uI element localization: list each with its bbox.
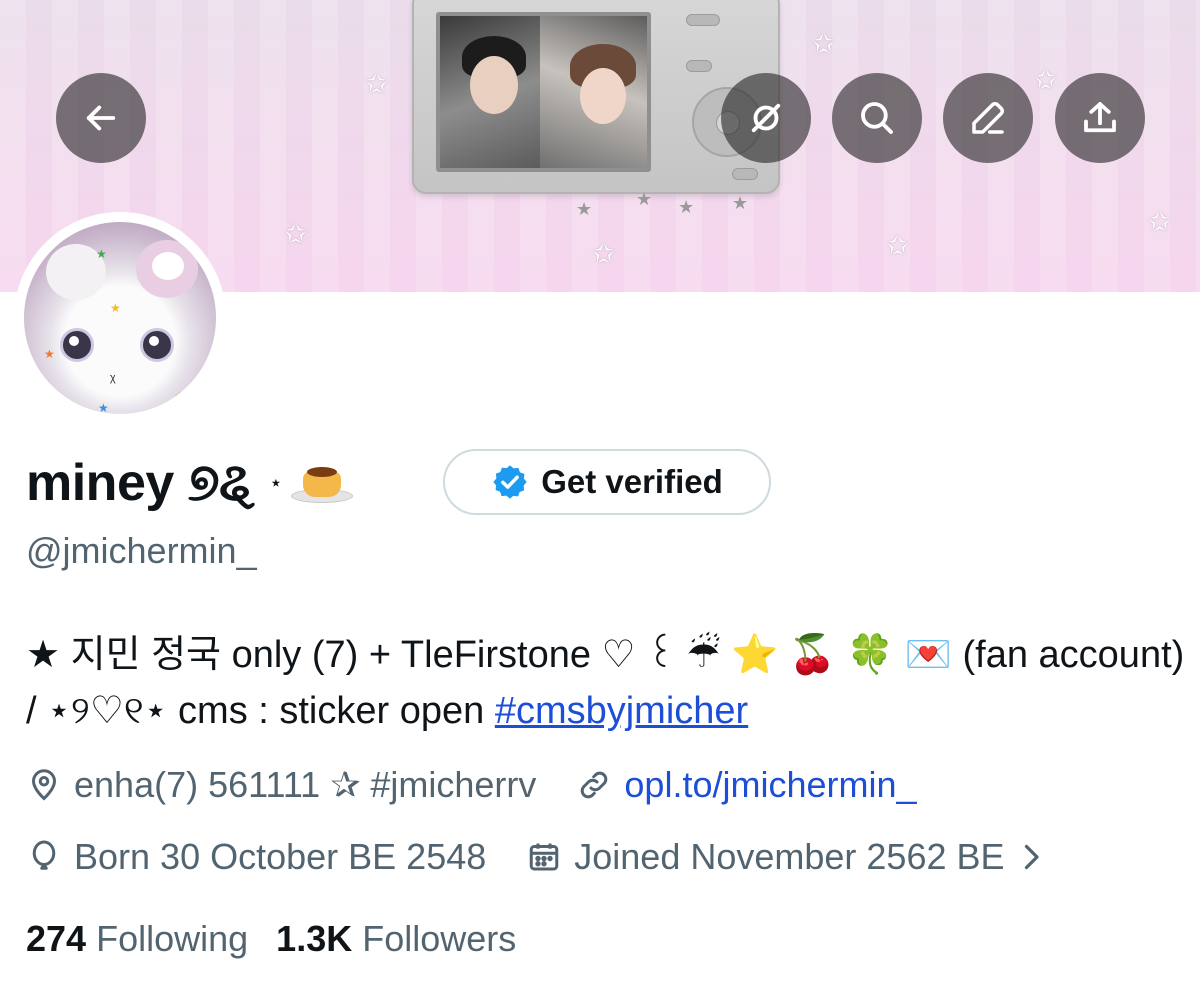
display-name: miney ୭ୡ [26, 453, 255, 512]
following-label: Following [96, 918, 249, 959]
star-decoration: ★ [636, 189, 653, 209]
name-star-glyph: ⋆ [268, 470, 283, 495]
star-decoration: ★ [732, 193, 749, 213]
pudding-icon [289, 461, 357, 505]
back-button[interactable] [56, 73, 146, 163]
profile-bio: ★ 지민 정국 only (7) + TleFirstone ♡ ꒰ ☔ ⭐ 🍒… [26, 627, 1186, 739]
profile-location: enha(7) 561111 ✰ #jmicherrv [74, 764, 537, 805]
star-decoration: ✩ [1148, 206, 1172, 237]
search-icon [861, 102, 893, 134]
avatar-image: ᵡ ★ ★ ★ ★ ★ [24, 222, 216, 414]
get-verified-button[interactable]: Get verified [443, 449, 771, 515]
followers-label: Followers [362, 918, 517, 959]
star-decoration: ✩ [592, 238, 616, 269]
followers-stat[interactable]: 1.3K Followers [276, 918, 516, 960]
get-verified-label: Get verified [541, 463, 723, 500]
profile-meta-row-1: enha(7) 561111 ✰ #jmicherrv opl.to/jmich… [26, 764, 917, 806]
calendar-icon [530, 843, 559, 871]
profile-joined: Joined November 2562 BE [574, 836, 1005, 877]
star-decoration: ✩ [886, 230, 910, 261]
share-button[interactable] [1055, 73, 1145, 163]
profile-birthday: Born 30 October BE 2548 [74, 836, 487, 877]
star-decoration: ✩ [812, 28, 836, 59]
display-name-row: miney ୭ୡ ⋆ [26, 452, 357, 514]
search-button[interactable] [832, 73, 922, 163]
star-decoration: ✩ [1034, 64, 1058, 95]
profile-handle: @jmichermin_ [26, 530, 257, 571]
edit-button[interactable] [943, 73, 1033, 163]
profile-avatar[interactable]: ᵡ ★ ★ ★ ★ ★ [14, 212, 226, 424]
edit-icon [972, 102, 1004, 134]
verified-badge-icon [493, 465, 527, 499]
chevron-right-icon[interactable] [1013, 839, 1049, 875]
following-count: 274 [26, 918, 87, 959]
location-pin-icon [31, 769, 57, 801]
star-decoration: ✩ [365, 68, 389, 99]
balloon-icon [32, 840, 56, 870]
following-stat[interactable]: 274 Following [26, 918, 248, 960]
camera-screen-photo [436, 12, 651, 172]
bio-hashtag-link[interactable]: #cmsbyjmicher [495, 690, 748, 732]
follow-stats: 274 Following 1.3K Followers [26, 918, 516, 960]
share-icon [1084, 102, 1116, 133]
star-decoration: ✩ [284, 218, 308, 249]
profile-meta-row-2: Born 30 October BE 2548 Joined November … [26, 836, 1049, 878]
grok-button[interactable] [721, 73, 811, 163]
grok-icon [751, 103, 781, 133]
back-arrow-icon [86, 105, 116, 131]
star-decoration: ★ [576, 199, 593, 219]
link-icon [581, 771, 608, 799]
star-decoration: ★ [678, 197, 695, 217]
followers-count: 1.3K [276, 918, 353, 959]
profile-website-link[interactable]: opl.to/jmichermin_ [624, 764, 916, 806]
